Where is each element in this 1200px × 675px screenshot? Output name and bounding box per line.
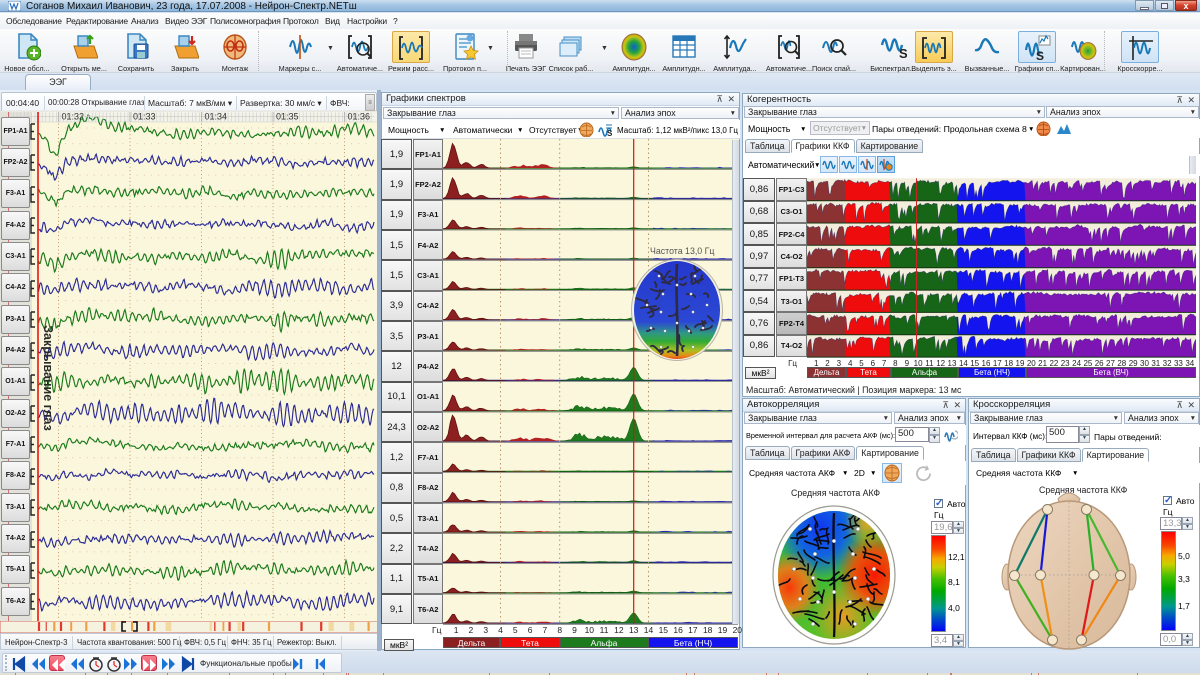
svg-text:S: S	[899, 46, 907, 61]
svg-text:01:35: 01:35	[276, 112, 299, 122]
svg-text:S: S	[607, 129, 613, 138]
svg-text:S: S	[1036, 49, 1044, 62]
svg-text:01:34: 01:34	[205, 112, 228, 122]
svg-text:Закрывание глаз: Закрывание глаз	[41, 325, 55, 431]
svg-text:01:36: 01:36	[348, 112, 371, 122]
svg-text:01:32: 01:32	[62, 112, 85, 122]
svg-text:01:33: 01:33	[133, 112, 156, 122]
